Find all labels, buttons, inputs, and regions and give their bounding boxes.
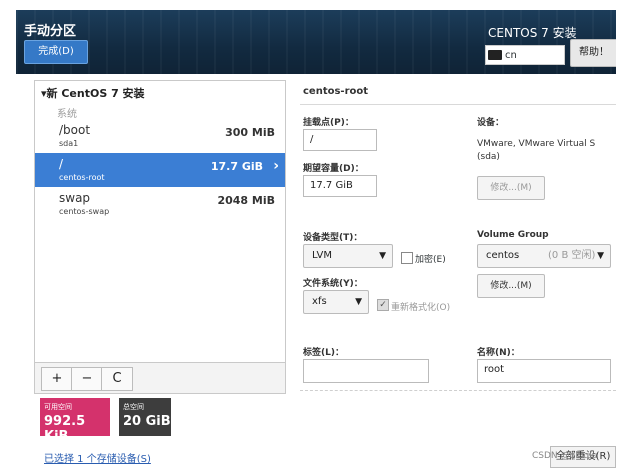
dashed-divider [300,390,616,391]
available-space-label: 可用空间 [44,403,72,411]
done-button[interactable]: 完成(D) [24,40,88,64]
watermark-text: CSDN @qiuqiu [532,451,598,461]
mount-point-item-swap[interactable]: swap centos-swap 2048 MiB [35,187,285,221]
device-type-value: LVM [312,250,332,261]
refresh-button[interactable]: C [101,367,133,391]
filesystem-label: 文件系统(Y)： [303,279,363,289]
add-mount-point-button[interactable]: + [41,367,73,391]
header-bar: 手动分区 完成(D) CENTOS 7 安装 cn 帮助！ [16,10,616,74]
total-space-box: 总空间 20 GiB [119,398,171,436]
mount-point-device: sda1 [59,139,79,148]
install-tree-root[interactable]: ▾新 CentOS 7 安装 [41,85,145,101]
mount-point-size: 2048 MiB [217,194,275,207]
details-divider [300,104,616,105]
mount-point-label: 挂载点(P)： [303,118,354,128]
total-space-label: 总空间 [123,403,144,411]
tag-label: 标签(L)： [303,348,344,358]
dropdown-arrow-icon: ▼ [355,297,362,307]
filesystem-select[interactable]: xfs ▼ [303,290,369,314]
mount-point-list-panel: ▾新 CentOS 7 安装 系统 /boot sda1 300 MiB / c… [34,80,286,394]
remove-mount-point-button[interactable]: − [71,367,103,391]
reformat-checkbox[interactable]: ✓ [377,299,389,311]
help-button[interactable]: 帮助！ [570,39,616,67]
name-input[interactable]: root [477,359,611,383]
mount-point-device: centos-root [59,173,105,182]
encrypt-checkbox[interactable] [401,252,413,264]
reformat-label: 重新格式化(O) [391,303,451,313]
system-group-label: 系统 [57,109,77,120]
mount-point-name: / [59,157,64,171]
volume-group-modify-button[interactable]: 修改...(M) [477,274,545,298]
mount-point-item-boot[interactable]: /boot sda1 300 MiB [35,119,285,153]
device-type-label: 设备类型(T)： [303,233,363,243]
dropdown-arrow-icon: ▼ [597,251,604,261]
mount-point-device: centos-swap [59,207,110,216]
available-space-value: 992.5 KiB [44,414,86,444]
volume-group-label: Volume Group [477,230,549,240]
mount-point-name: swap [59,191,91,205]
available-space-box: 可用空间 992.5 KiB [40,398,110,444]
volume-group-value: centos [486,250,520,261]
device-type-select[interactable]: LVM ▼ [303,244,393,268]
volume-group-select[interactable]: centos (0 B 空闲) ▼ [477,244,611,268]
filesystem-value: xfs [312,296,327,307]
keyboard-layout-indicator[interactable]: cn [485,45,565,65]
dropdown-arrow-icon: ▼ [379,251,386,261]
volume-group-free: (0 B 空闲) [548,250,596,261]
name-label: 名称(N)： [477,348,520,358]
selected-mount-title: centos-root [303,86,369,97]
chevron-right-icon: › [273,158,279,174]
device-label: 设备： [477,118,505,128]
selected-storage-link[interactable]: 已选择 1 个存储设备(S) [44,450,151,465]
keyboard-icon [488,50,502,60]
desired-capacity-label: 期望容量(D)： [303,164,364,174]
encrypt-label: 加密(E) [415,255,446,265]
total-space-value: 20 GiB [123,414,171,429]
page-title: 手动分区 [24,24,77,39]
desired-capacity-input[interactable]: 17.7 GiB [303,175,377,197]
device-modify-button[interactable]: 修改...(M) [477,176,545,200]
mount-point-size: 300 MiB [225,126,275,139]
mount-point-toolbar: + − C [35,362,285,393]
mount-point-name: /boot [59,123,91,137]
mount-point-size: 17.7 GiB [210,160,263,173]
mount-point-input[interactable]: / [303,129,377,151]
device-description: VMware, VMware Virtual S (sda) [477,139,596,162]
mount-point-item-root[interactable]: / centos-root 17.7 GiB › [35,153,285,187]
tag-input[interactable] [303,359,429,383]
install-title: CENTOS 7 安装 [488,26,577,40]
keyboard-layout-label: cn [505,50,517,61]
